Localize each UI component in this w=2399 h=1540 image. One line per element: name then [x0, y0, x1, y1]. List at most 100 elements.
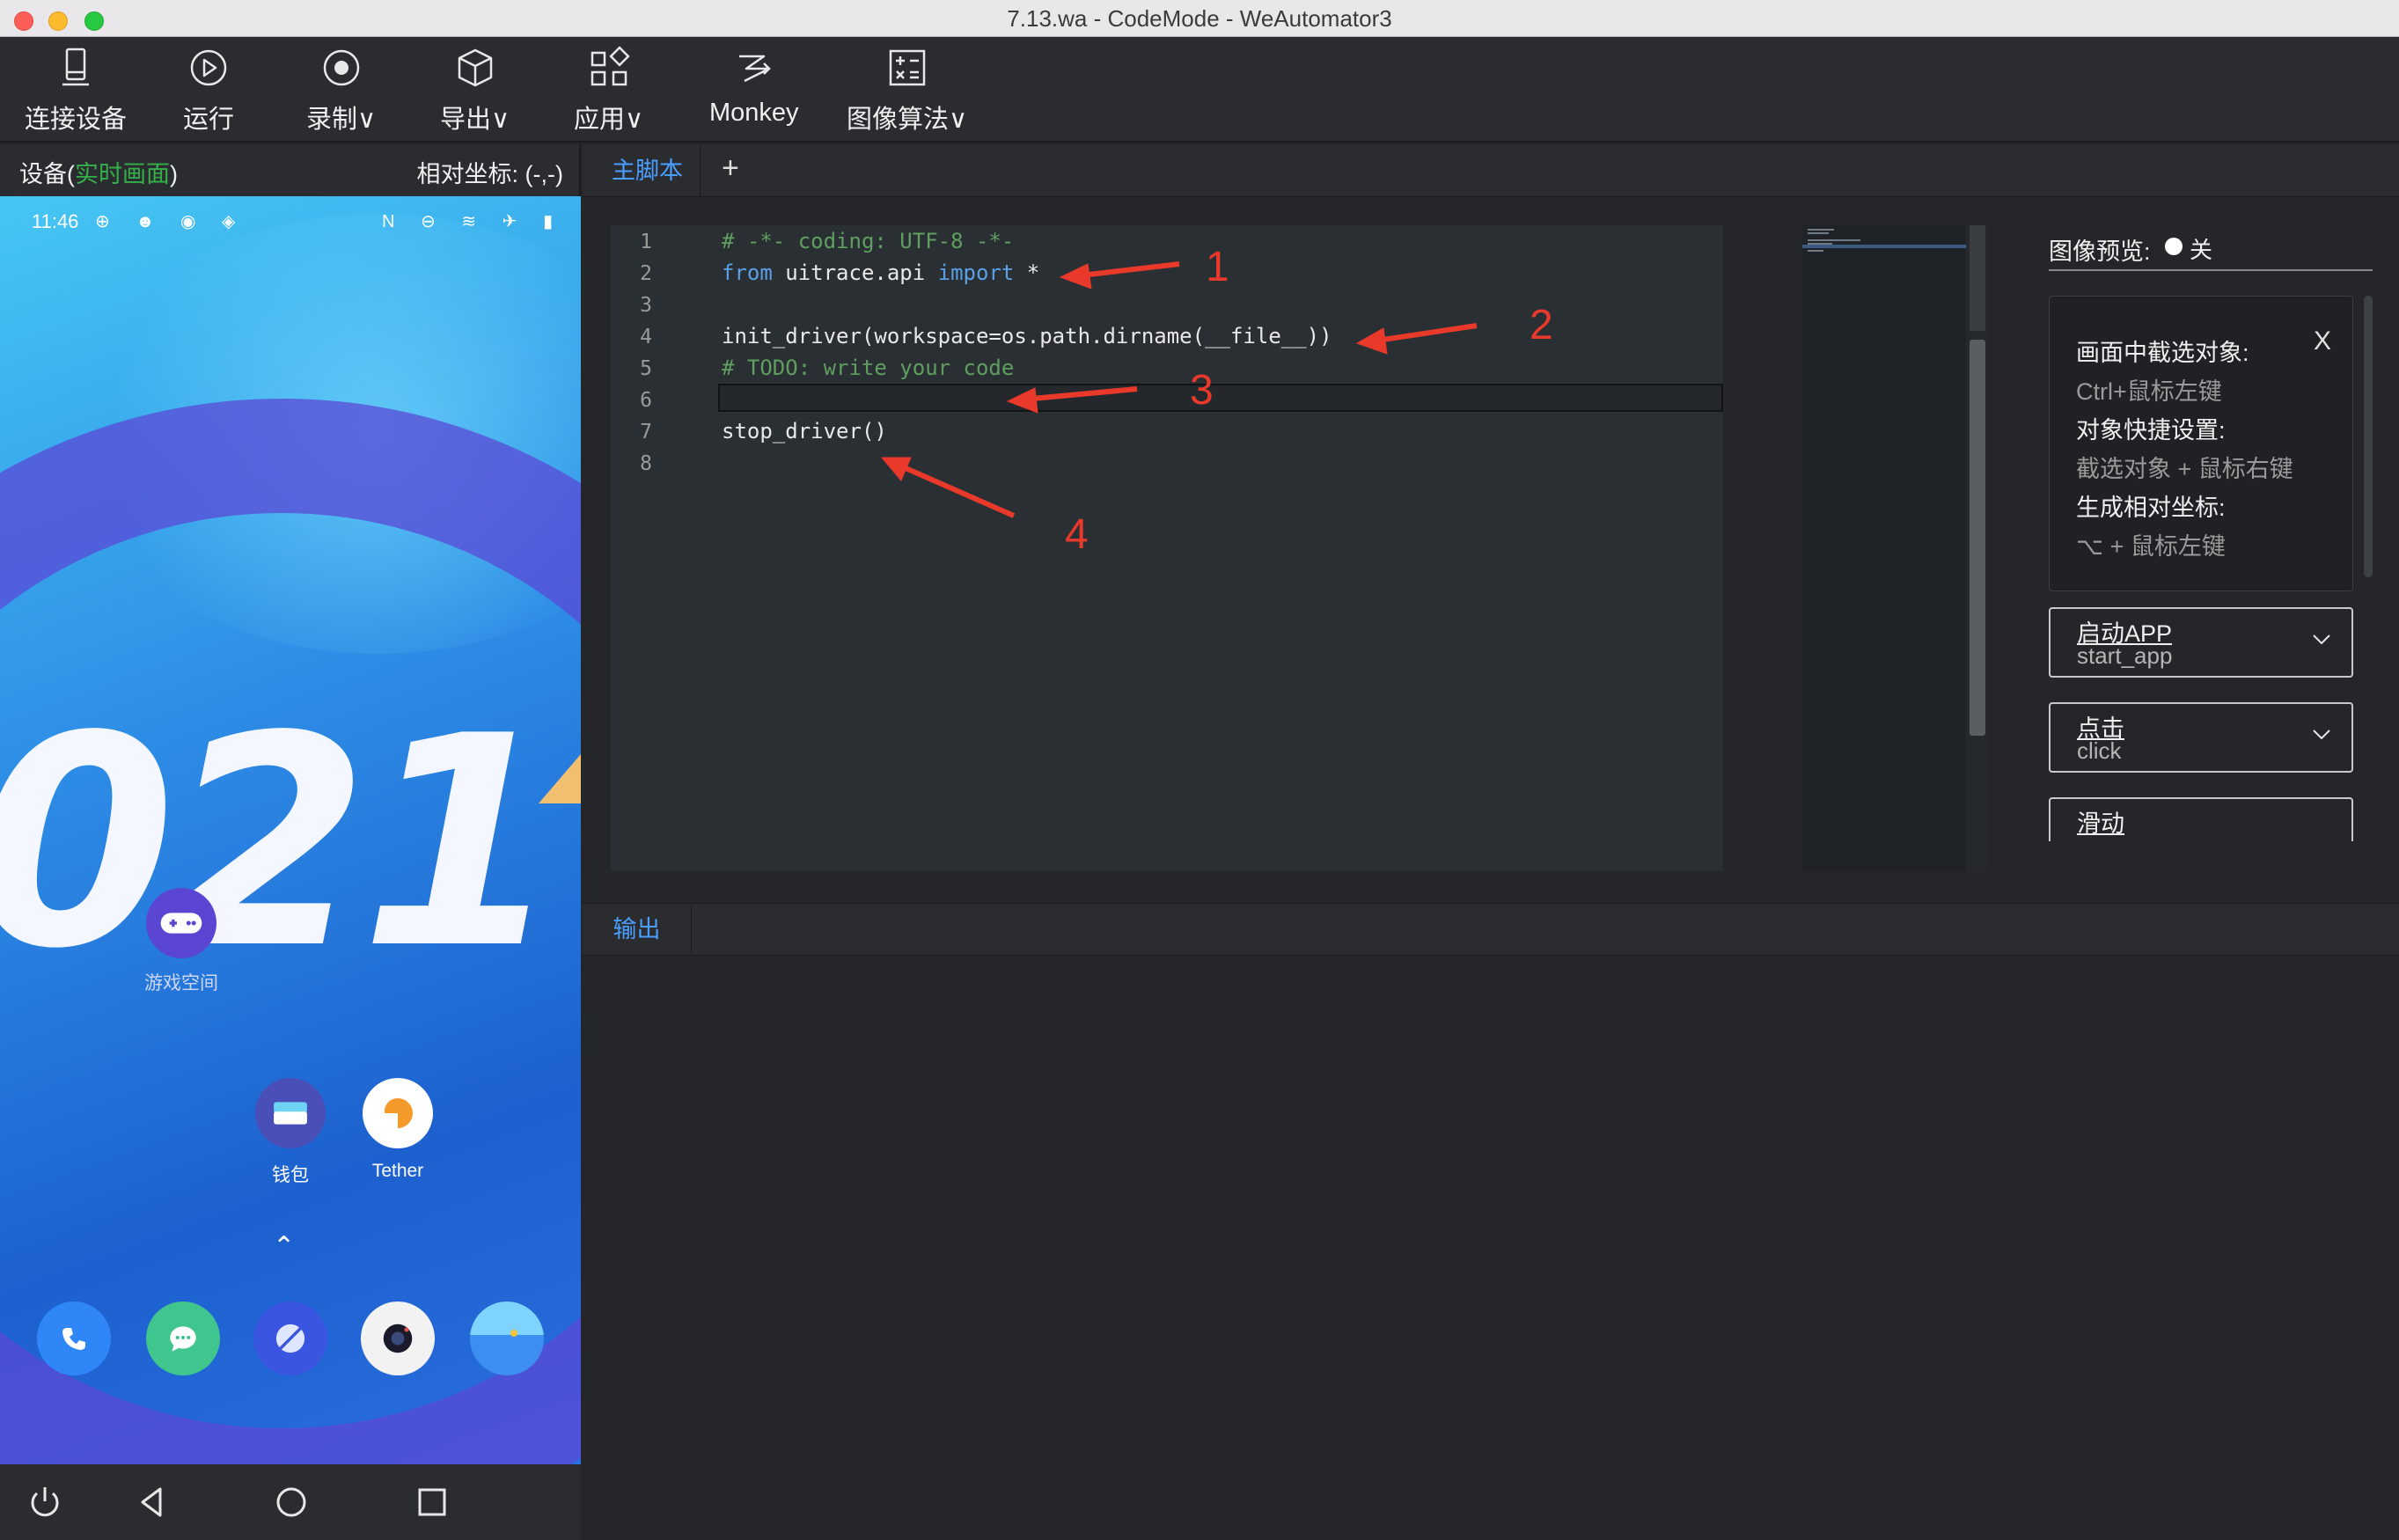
annotation-arrow-4	[896, 462, 1016, 518]
annotation-label-3: 3	[1190, 367, 1214, 414]
relative-coordinates: 相对坐标: (-,-)	[416, 161, 563, 187]
workspace: 主脚本 + 1 2 3 4 5 6 7 8 # -*- coding: UTF-…	[583, 144, 2399, 1540]
window-title: 7.13.wa - CodeMode - WeAutomator3	[1007, 5, 1392, 32]
device-screen[interactable]: 021 11:46 ⊕ ☻ ◉ ◈ N ⊖ ≋ ✈ ▮ 游戏空间 钱包 Teth…	[0, 196, 581, 1464]
function-start-app[interactable]: 启动APP start_app	[2049, 607, 2353, 678]
device-nav-bar	[0, 1464, 581, 1540]
function-name-zh: 滑动	[2077, 810, 2124, 837]
tip-quick-settings-shortcut: 截选对象 + 鼠标右键	[2076, 456, 2293, 482]
run-label: 运行	[183, 106, 235, 134]
function-click[interactable]: 点击 click	[2049, 702, 2353, 773]
package-box-icon	[458, 48, 492, 87]
image-preview-label: 图像预览:	[2049, 238, 2151, 265]
power-icon[interactable]	[23, 1480, 67, 1524]
device-header: 设备(实时画面) 相对坐标: (-,-)	[0, 144, 581, 195]
annotation-label-4: 4	[1065, 511, 1089, 558]
function-name-en: click	[2077, 737, 2122, 764]
connect-device-label: 连接设备	[25, 106, 128, 134]
recents-icon[interactable]	[410, 1480, 454, 1524]
tether-logo-icon	[384, 1097, 413, 1128]
live-view-label: 实时画面	[75, 161, 170, 187]
phone-handset-icon	[62, 1328, 85, 1350]
record-icon	[323, 49, 359, 86]
record-button[interactable]: 录制∨	[306, 46, 376, 137]
device-title-prefix: 设备(	[19, 161, 75, 187]
monkey-button[interactable]: Monkey	[709, 46, 799, 137]
run-button[interactable]: 运行	[183, 46, 234, 137]
image-preview-state: 关	[2190, 237, 2213, 263]
back-icon[interactable]	[130, 1480, 174, 1524]
status-system-icons: N ⊖ ≋ ✈ ▮	[382, 212, 563, 231]
browser-app-icon[interactable]	[253, 1302, 327, 1375]
app-window: 7.13.wa - CodeMode - WeAutomator3 连接设备 运…	[0, 0, 2399, 1540]
wallpaper-number: 021	[0, 674, 562, 1012]
image-algorithm-label: 图像算法∨	[847, 106, 968, 134]
annotation-label-2: 2	[1530, 302, 1553, 348]
camera-lens-icon	[383, 1324, 413, 1353]
apps-grid-icon	[591, 46, 630, 86]
monkey-label: Monkey	[709, 99, 799, 127]
side-panel-scrollbar[interactable]	[2364, 296, 2373, 577]
tether-label: Tether	[371, 1161, 424, 1181]
tip-relative-coords-title: 生成相对坐标:	[2076, 495, 2226, 521]
play-icon	[190, 49, 227, 86]
device-icon	[62, 48, 89, 86]
wallpaper-triangle	[539, 754, 581, 803]
function-list: 启动APP start_app 点击 click 滑动	[2049, 560, 2387, 841]
image-preview-toggle[interactable]	[2165, 238, 2183, 255]
camera-app-icon[interactable]	[361, 1302, 435, 1375]
record-label: 录制∨	[306, 106, 377, 134]
close-tips-icon[interactable]: X	[2314, 326, 2331, 356]
status-notification-icons: ⊕ ☻ ◉ ◈	[95, 212, 246, 231]
export-button[interactable]: 导出∨	[440, 46, 510, 137]
app-drawer-chevron-icon[interactable]: ⌃	[273, 1231, 295, 1262]
annotation-arrowhead-2	[1355, 327, 1388, 355]
export-label: 导出∨	[440, 106, 510, 134]
annotation-arrow-2	[1370, 323, 1478, 344]
wallet-icon	[274, 1102, 307, 1125]
image-algorithm-button[interactable]: 图像算法∨	[847, 46, 967, 137]
title-bar: 7.13.wa - CodeMode - WeAutomator3	[0, 0, 2399, 37]
output-console[interactable]	[583, 957, 2399, 1540]
monkey-test-icon	[738, 55, 771, 83]
chat-bubble-icon	[170, 1326, 196, 1352]
output-tab-bar: 输出	[583, 903, 2399, 956]
apps-label: 应用∨	[574, 106, 644, 134]
calculator-icon	[889, 49, 925, 86]
status-time: 11:46	[32, 210, 79, 232]
annotation-label-1: 1	[1206, 244, 1229, 290]
tip-crop-title: 画面中截选对象:	[2076, 340, 2249, 366]
gamepad-icon	[160, 913, 202, 934]
shortcut-tips-card: X 画面中截选对象: Ctrl+鼠标左键 对象快捷设置: 截选对象 + 鼠标右键…	[2049, 296, 2353, 591]
annotation-arrow-3	[1022, 386, 1138, 402]
wallet-label: 钱包	[272, 1165, 309, 1185]
device-title: 设备(实时画面)	[19, 155, 178, 189]
tab-output[interactable]: 输出	[583, 904, 692, 955]
main-toolbar: 连接设备 运行 录制∨ 导出∨ 应用∨ Monkey 图像算法∨	[0, 37, 2399, 143]
apps-button[interactable]: 应用∨	[574, 46, 643, 137]
connect-device-button[interactable]: 连接设备	[25, 46, 127, 137]
messages-app-icon[interactable]	[146, 1302, 220, 1375]
function-name-en: start_app	[2077, 642, 2173, 669]
tether-app-icon[interactable]	[363, 1078, 433, 1148]
annotation-arrowhead-3	[1006, 387, 1038, 414]
wallet-app-icon[interactable]	[255, 1078, 326, 1148]
phone-app-icon[interactable]	[37, 1302, 111, 1375]
game-space-app-icon[interactable]	[146, 888, 216, 958]
device-panel: 设备(实时画面) 相对坐标: (-,-) 021 11:46 ⊕ ☻ ◉ ◈ N…	[0, 144, 581, 1540]
chevron-down-icon[interactable]	[2311, 723, 2332, 744]
annotation-arrowhead-1	[1059, 263, 1092, 290]
game-space-label: 游戏空间	[144, 973, 218, 994]
browser-globe-icon	[275, 1324, 305, 1353]
chevron-down-icon[interactable]	[2311, 628, 2332, 649]
function-side-panel: 图像预览: 关 X 画面中截选对象: Ctrl+鼠标左键 对象快捷设置: 截选对…	[2049, 225, 2387, 871]
tip-relative-coords-shortcut: ⌥ + 鼠标左键	[2076, 533, 2226, 560]
weather-app-icon[interactable]	[470, 1302, 544, 1375]
preview-divider	[2049, 269, 2373, 271]
sun-icon	[510, 1330, 517, 1337]
home-icon[interactable]	[269, 1480, 313, 1524]
tip-crop-shortcut: Ctrl+鼠标左键	[2076, 378, 2222, 405]
function-swipe[interactable]: 滑动	[2049, 797, 2353, 841]
tip-quick-settings-title: 对象快捷设置:	[2076, 417, 2226, 444]
device-title-suffix: )	[170, 161, 178, 187]
